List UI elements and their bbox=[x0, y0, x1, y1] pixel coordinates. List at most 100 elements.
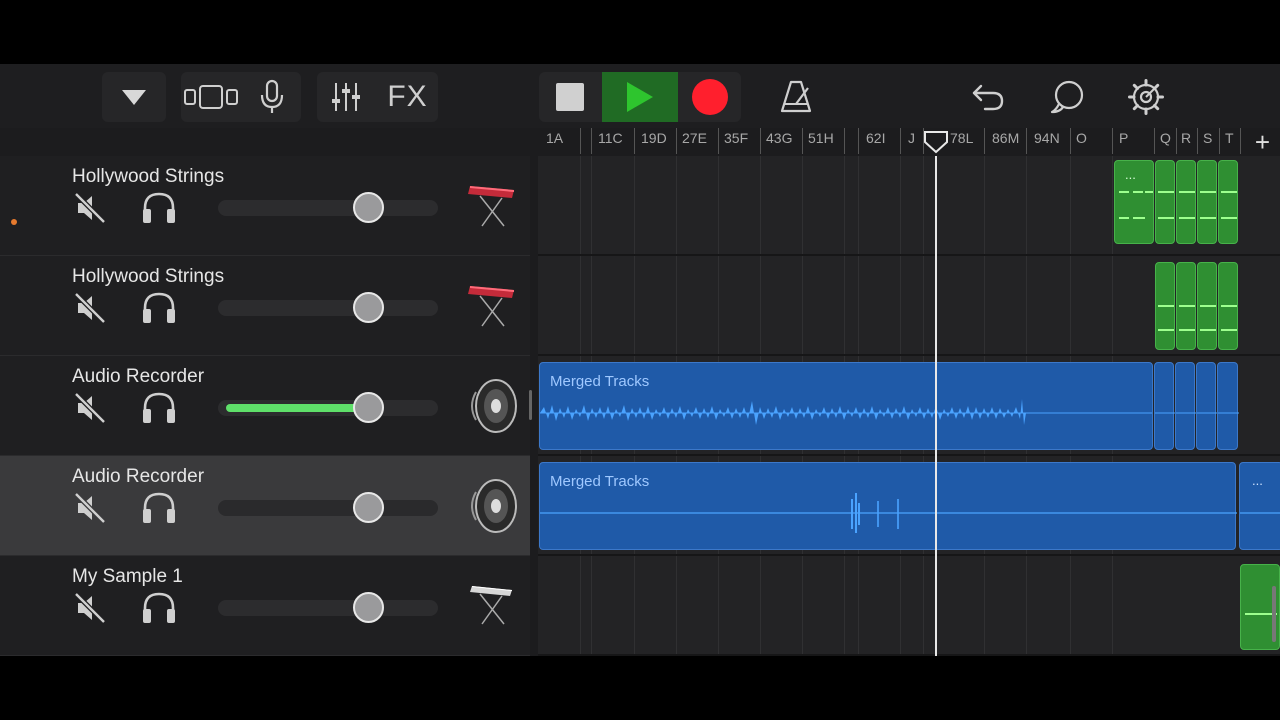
settings-button[interactable] bbox=[1122, 72, 1170, 122]
midi-region[interactable] bbox=[1197, 262, 1217, 350]
midi-region[interactable] bbox=[1155, 160, 1175, 244]
ruler-label: Q bbox=[1160, 130, 1171, 146]
mixer-button[interactable] bbox=[317, 72, 375, 122]
fx-label: FX bbox=[387, 80, 428, 113]
ruler-label: T bbox=[1225, 130, 1234, 146]
ruler-label: 27E bbox=[682, 130, 707, 146]
tracks-view-icon bbox=[184, 85, 238, 109]
track-header[interactable]: Audio Recorder bbox=[0, 356, 530, 456]
audio-region[interactable]: Merged Tracks bbox=[539, 462, 1237, 550]
track-header[interactable]: Hollywood Strings bbox=[0, 256, 530, 356]
mixer-group: FX bbox=[317, 72, 438, 122]
microphone-button[interactable] bbox=[243, 72, 301, 122]
volume-knob[interactable] bbox=[353, 192, 384, 223]
header-scroll-indicator bbox=[529, 390, 532, 420]
volume-slider-track[interactable] bbox=[218, 600, 438, 616]
record-icon bbox=[692, 79, 728, 115]
playhead-line[interactable] bbox=[935, 156, 937, 656]
stop-icon bbox=[556, 83, 584, 111]
midi-region[interactable] bbox=[1218, 160, 1238, 244]
browser-dropdown-button[interactable] bbox=[102, 72, 166, 122]
volume-knob[interactable] bbox=[353, 292, 384, 323]
garageband-window: FX 1A 11C 19D 27E 35F 43G 51H 62I J 78L … bbox=[0, 64, 1280, 656]
audio-region[interactable]: Merged Tracks bbox=[539, 362, 1153, 450]
loop-browser-button[interactable] bbox=[1044, 72, 1092, 122]
keyboard-stand-icon bbox=[470, 586, 512, 625]
headphones-icon[interactable] bbox=[140, 290, 178, 326]
fx-button[interactable]: FX bbox=[377, 72, 438, 122]
play-button[interactable] bbox=[602, 72, 678, 122]
mute-speaker-icon[interactable] bbox=[72, 390, 108, 426]
toolbar: FX bbox=[0, 64, 1280, 128]
view-group bbox=[181, 72, 301, 122]
keyboard-stand-icon bbox=[468, 286, 514, 327]
stop-button[interactable] bbox=[539, 72, 601, 122]
tracks-area[interactable]: ... Merged Tracks Merged Tracks ... bbox=[538, 156, 1280, 656]
volume-slider-track[interactable] bbox=[218, 200, 438, 216]
ruler-label: P bbox=[1119, 130, 1129, 146]
track-name: Audio Recorder bbox=[72, 366, 205, 387]
keyboard-stand-icon bbox=[468, 186, 514, 227]
audio-region[interactable] bbox=[1217, 362, 1239, 450]
speaker-icon bbox=[471, 479, 517, 533]
ruler-label: 11C bbox=[598, 130, 623, 146]
mute-speaker-icon[interactable] bbox=[72, 290, 108, 326]
midi-region[interactable]: ... bbox=[1114, 160, 1154, 244]
midi-region[interactable] bbox=[1176, 160, 1196, 244]
headphones-icon[interactable] bbox=[140, 490, 178, 526]
midi-region[interactable] bbox=[1155, 262, 1175, 350]
gear-icon bbox=[1128, 79, 1164, 115]
ruler-label: 51H bbox=[808, 130, 834, 146]
track-view-group bbox=[102, 72, 166, 122]
ruler-label: J bbox=[908, 130, 915, 146]
metronome-icon bbox=[780, 80, 812, 113]
play-icon bbox=[627, 82, 653, 112]
scroll-indicator bbox=[1272, 586, 1276, 642]
undo-icon bbox=[972, 84, 1004, 111]
track-lane[interactable] bbox=[538, 556, 1280, 656]
ruler-label: 86M bbox=[992, 130, 1020, 146]
track-header[interactable]: My Sample 1 bbox=[0, 556, 530, 656]
volume-knob[interactable] bbox=[353, 592, 384, 623]
midi-region[interactable] bbox=[1218, 262, 1238, 350]
audio-region[interactable] bbox=[1154, 362, 1175, 450]
record-button[interactable] bbox=[679, 72, 741, 122]
audio-region[interactable]: ... bbox=[1239, 462, 1280, 550]
ruler-label: 35F bbox=[724, 130, 749, 146]
ruler-label: 1A bbox=[546, 130, 564, 146]
track-header[interactable]: Hollywood Strings bbox=[0, 156, 530, 256]
speaker-icon bbox=[471, 379, 517, 433]
ruler-label: 19D bbox=[641, 130, 667, 146]
headphones-icon[interactable] bbox=[140, 590, 178, 626]
transport-group bbox=[539, 72, 741, 122]
record-enable-indicator bbox=[11, 219, 17, 225]
loop-icon bbox=[1050, 80, 1084, 114]
track-name: Hollywood Strings bbox=[72, 266, 225, 287]
mute-speaker-icon[interactable] bbox=[72, 590, 108, 626]
ruler-label: R bbox=[1181, 130, 1192, 146]
midi-region[interactable] bbox=[1176, 262, 1196, 350]
metronome-button[interactable] bbox=[770, 72, 822, 122]
volume-knob[interactable] bbox=[353, 392, 384, 423]
audio-region[interactable] bbox=[1175, 362, 1196, 450]
volume-knob[interactable] bbox=[353, 492, 384, 523]
headphones-icon[interactable] bbox=[140, 390, 178, 426]
mute-speaker-icon[interactable] bbox=[72, 190, 108, 226]
waveform bbox=[540, 493, 1237, 533]
timeline-ruler[interactable]: 1A 11C 19D 27E 35F 43G 51H 62I J 78L 86M… bbox=[538, 128, 1280, 156]
headphones-icon[interactable] bbox=[140, 190, 178, 226]
volume-slider-track[interactable] bbox=[218, 300, 438, 316]
audio-region[interactable] bbox=[1196, 362, 1217, 450]
add-track-button[interactable]: + bbox=[1255, 128, 1270, 156]
track-header-selected[interactable]: Audio Recorder bbox=[0, 456, 530, 556]
ruler-label: 62I bbox=[866, 130, 886, 146]
ruler-label: S bbox=[1203, 130, 1213, 146]
ruler-label: 94N bbox=[1034, 130, 1060, 146]
playhead-handle[interactable] bbox=[923, 130, 949, 154]
midi-region[interactable] bbox=[1197, 160, 1217, 244]
tracks-view-button[interactable] bbox=[181, 72, 241, 122]
undo-button[interactable] bbox=[964, 72, 1012, 122]
mute-speaker-icon[interactable] bbox=[72, 490, 108, 526]
microphone-icon bbox=[260, 79, 284, 113]
volume-slider-track[interactable] bbox=[218, 500, 438, 516]
